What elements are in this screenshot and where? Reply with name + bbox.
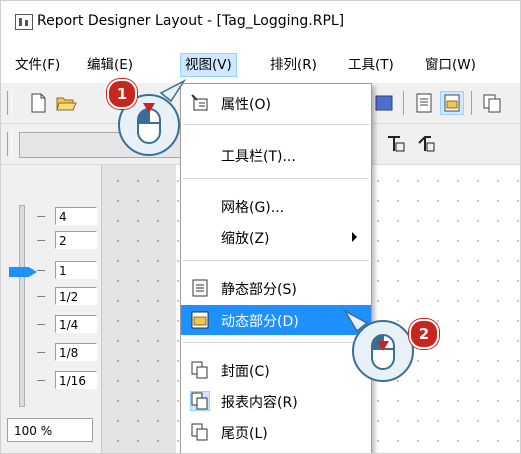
canvas-margin bbox=[102, 165, 176, 453]
window-title: Report Designer Layout - [Tag_Logging.RP… bbox=[37, 13, 345, 29]
zoom-value-field[interactable]: 100 % bbox=[7, 418, 93, 442]
final-page-icon bbox=[191, 423, 209, 441]
zoom-level-1-16[interactable]: 1/16 bbox=[55, 371, 97, 389]
static-page-icon[interactable] bbox=[413, 92, 435, 114]
align-icon[interactable] bbox=[373, 92, 395, 114]
zoom-level-4[interactable]: 4 bbox=[55, 207, 97, 225]
menu-edit[interactable]: 编辑(E) bbox=[83, 54, 137, 76]
mouse-click-callout-2: 2 bbox=[341, 301, 441, 401]
text-tool-icon[interactable] bbox=[385, 133, 407, 155]
zoom-slider-thumb[interactable] bbox=[9, 267, 37, 277]
dynamic-text-tool-icon[interactable] bbox=[415, 133, 437, 155]
toolbar-grip[interactable] bbox=[7, 91, 12, 115]
menu-item-zoom[interactable]: 缩放(Z) bbox=[181, 222, 371, 252]
step-badge: 1 bbox=[107, 79, 137, 109]
title-bar: Report Designer Layout - [Tag_Logging.RP… bbox=[1, 1, 520, 45]
step-badge: 2 bbox=[409, 319, 439, 349]
dynamic-page-icon[interactable] bbox=[440, 91, 464, 115]
mouse-click-icon bbox=[342, 309, 414, 382]
static-part-icon bbox=[191, 279, 209, 297]
dynamic-part-icon bbox=[191, 311, 209, 329]
menu-tools[interactable]: 工具(T) bbox=[344, 54, 398, 76]
zoom-slider-track[interactable] bbox=[19, 205, 25, 407]
menu-view[interactable]: 视图(V) bbox=[180, 53, 237, 77]
mouse-click-callout-1: 1 bbox=[107, 77, 201, 167]
report-contents-icon bbox=[190, 391, 210, 411]
new-document-icon[interactable] bbox=[27, 92, 49, 114]
zoom-level-1[interactable]: 1 bbox=[55, 261, 97, 279]
zoom-level-2[interactable]: 2 bbox=[55, 231, 97, 249]
report-designer-window: Report Designer Layout - [Tag_Logging.RP… bbox=[0, 0, 521, 454]
menu-item-static-part[interactable]: 静态部分(S) bbox=[181, 273, 371, 303]
menu-item-properties[interactable]: 属性(O) bbox=[181, 88, 371, 118]
open-folder-icon[interactable] bbox=[55, 92, 77, 114]
zoom-level-1-4[interactable]: 1/4 bbox=[55, 315, 97, 333]
menu-window[interactable]: 窗口(W) bbox=[421, 54, 480, 76]
menu-item-grid[interactable]: 网格(G)... bbox=[181, 191, 371, 221]
toolbar-grip[interactable] bbox=[7, 132, 12, 156]
cover-page-icon bbox=[191, 361, 209, 379]
toolbar-separator bbox=[403, 91, 404, 115]
toolbar-separator bbox=[471, 91, 472, 115]
menu-arrange[interactable]: 排列(R) bbox=[266, 54, 321, 76]
zoom-panel: 4 2 1 1/2 1/4 1/8 1/16 100 % bbox=[1, 165, 102, 453]
zoom-level-1-8[interactable]: 1/8 bbox=[55, 343, 97, 361]
cover-page-tool-icon[interactable] bbox=[481, 92, 503, 114]
menu-file[interactable]: 文件(F) bbox=[11, 54, 64, 76]
menu-item-final-page[interactable]: 尾页(L) bbox=[181, 417, 371, 447]
menu-separator bbox=[183, 260, 369, 261]
menu-bar: 文件(F) 编辑(E) 视图(V) 排列(R) 工具(T) 窗口(W) bbox=[1, 45, 520, 83]
menu-separator bbox=[183, 124, 369, 125]
submenu-arrow-icon bbox=[352, 232, 357, 242]
menu-item-toolbars[interactable]: 工具栏(T)... bbox=[181, 140, 371, 170]
zoom-level-1-2[interactable]: 1/2 bbox=[55, 287, 97, 305]
menu-separator bbox=[183, 178, 369, 179]
app-icon bbox=[15, 14, 33, 30]
